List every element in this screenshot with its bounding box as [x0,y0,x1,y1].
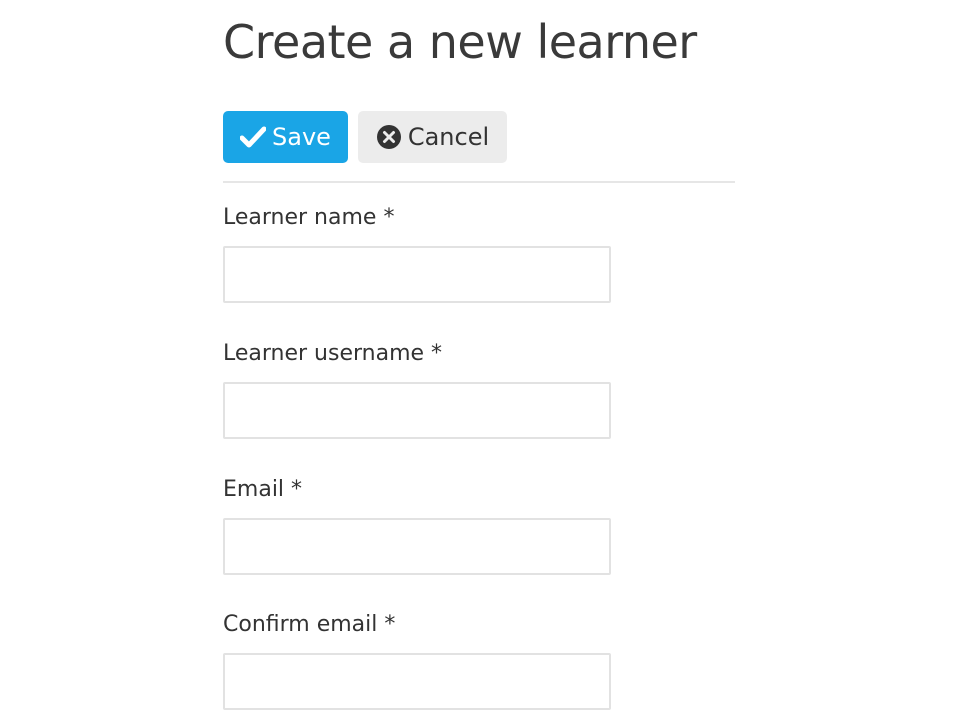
learner-name-field: Learner name * [223,204,735,303]
cancel-button-label: Cancel [407,123,490,151]
learner-username-input[interactable] [223,382,611,439]
learner-name-label: Learner name * [223,205,395,230]
email-label: Email * [223,477,303,502]
save-button-label: Save [272,123,331,151]
form-toolbar: Save Cancel [223,111,507,163]
confirm-email-field: Confirm email * [223,611,735,710]
learner-username-label: Learner username * [223,341,443,366]
confirm-email-input[interactable] [223,653,611,710]
toolbar-divider [223,181,735,183]
close-circle-icon [376,124,402,150]
cancel-button[interactable]: Cancel [358,111,507,163]
confirm-email-label: Confirm email * [223,612,396,637]
page-title: Create a new learner [223,15,697,69]
learner-username-field: Learner username * [223,340,735,439]
email-input[interactable] [223,518,611,575]
save-button[interactable]: Save [223,111,348,163]
learner-name-input[interactable] [223,246,611,303]
email-field: Email * [223,476,735,575]
check-icon [240,126,267,148]
